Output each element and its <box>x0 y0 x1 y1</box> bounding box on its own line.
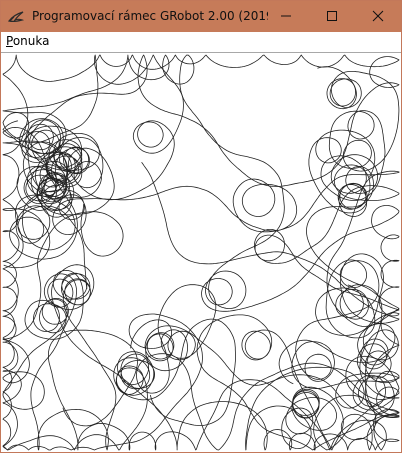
scribble-stroke <box>2 54 400 451</box>
close-button[interactable] <box>355 1 401 32</box>
menu-item-label: onuka <box>12 34 50 48</box>
scribble-stroke <box>2 66 400 451</box>
close-icon <box>372 7 384 26</box>
menu-item-ponuka[interactable]: Ponuka <box>6 33 49 50</box>
minimize-button[interactable] <box>263 1 309 32</box>
maximize-button[interactable] <box>309 1 355 32</box>
drawing-canvas[interactable] <box>1 52 401 452</box>
grobot-bird-icon[interactable] <box>7 8 25 26</box>
scribble-drawing <box>2 54 400 451</box>
scribble-stroke <box>136 129 400 451</box>
menu-bar: Ponuka <box>1 32 401 51</box>
maximize-icon <box>326 7 338 26</box>
scribble-stroke <box>2 54 400 451</box>
menu-item-mnemonic: P <box>6 34 13 48</box>
title-bar[interactable]: Programovací rámec GRobot 2.00 (2019-0… <box>1 1 401 32</box>
window-title: Programovací rámec GRobot 2.00 (2019-0… <box>32 9 268 23</box>
minimize-icon <box>280 7 292 26</box>
scribble-stroke <box>2 203 400 451</box>
app-window: Programovací rámec GRobot 2.00 (2019-0… … <box>0 0 402 453</box>
